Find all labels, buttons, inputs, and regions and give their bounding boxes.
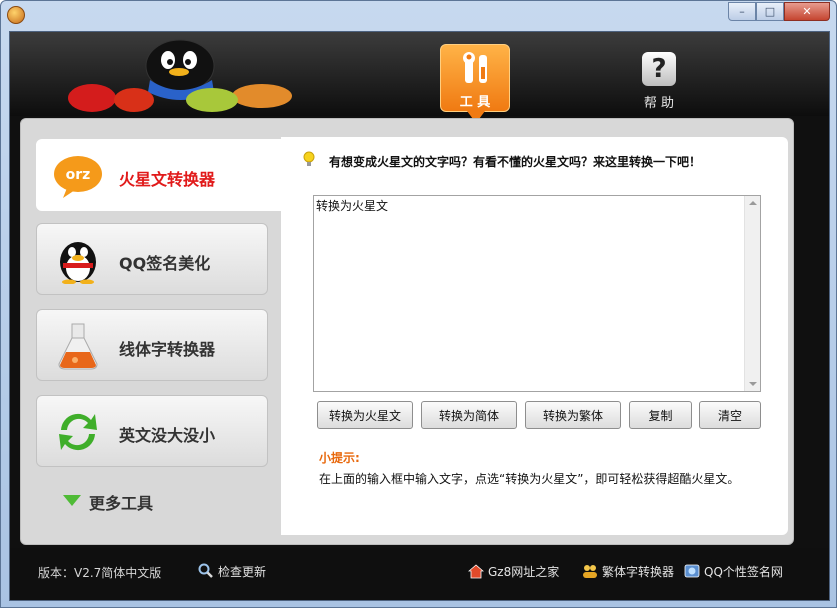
- convert-to-traditional-button[interactable]: 转换为繁体: [525, 401, 621, 429]
- input-scrollbar[interactable]: [744, 196, 760, 391]
- close-button[interactable]: ✕: [784, 2, 830, 21]
- orz-bubble-icon: orz: [54, 156, 102, 198]
- convert-to-martian-button[interactable]: 转换为火星文: [317, 401, 413, 429]
- copy-button[interactable]: 复制: [629, 401, 692, 429]
- qq-signature-site-link[interactable]: QQ个性签名网: [684, 562, 794, 580]
- qq-signature-site-label: QQ个性签名网: [704, 565, 783, 579]
- converter-panel: 有想变成火星文的文字吗？有看不懂的火星文吗？来这里转换一下吧！ 转换为火星文 转…: [281, 137, 788, 535]
- magnifier-icon: [198, 563, 213, 578]
- more-tools-link[interactable]: 更多工具: [63, 489, 223, 513]
- scroll-up-icon[interactable]: [749, 201, 757, 205]
- title-bar[interactable]: – □ ✕: [1, 1, 836, 31]
- convert-to-simplified-button[interactable]: 转换为简体: [421, 401, 517, 429]
- check-update-link[interactable]: 检查更新: [198, 562, 278, 580]
- scroll-down-icon[interactable]: [749, 382, 757, 386]
- main-content: orz 火星文转换器 QQ签名美化 线体字转换器 英文没大没小 更多工具 有想变…: [20, 118, 794, 545]
- gz8-link[interactable]: Gz8网址之家: [468, 562, 568, 580]
- client-area: 工 具 ? 帮 助 orz 火星文转换器 QQ签名美化 线体字转换器 英文没大没…: [9, 31, 830, 601]
- tab-help-label: 帮 助: [643, 96, 675, 111]
- home-icon: [468, 564, 484, 579]
- sidebar-item-label: QQ签名美化: [119, 254, 211, 273]
- tools-icon: [463, 52, 487, 83]
- traditional-converter-label: 繁体字转换器: [602, 565, 675, 579]
- check-update-label: 检查更新: [218, 565, 267, 579]
- footer: 版本：V2.7简体中文版 检查更新 Gz8网址之家 繁体字转换器 QQ个性签名网: [10, 548, 829, 600]
- sidebar-item-label: 火星文转换器: [119, 170, 216, 189]
- intro-tip-text: 有想变成火星文的文字吗？有看不懂的火星文吗？来这里转换一下吧！: [329, 155, 702, 169]
- penguin-icon: [60, 242, 96, 284]
- svg-text:orz: orz: [66, 167, 91, 183]
- clear-button[interactable]: 清空: [699, 401, 761, 429]
- gz8-link-label: Gz8网址之家: [488, 565, 560, 579]
- refresh-arrows-icon: [59, 413, 97, 451]
- sidebar-item-qq-signature[interactable]: QQ签名美化: [36, 223, 268, 295]
- help-icon: ?: [642, 52, 676, 86]
- hint-title: 小提示:: [319, 451, 360, 465]
- conversion-input[interactable]: 转换为火星文: [314, 196, 744, 391]
- sidebar-item-label: 线体字转换器: [119, 340, 216, 359]
- flask-icon: [58, 323, 98, 370]
- version-text: 版本：V2.7简体中文版: [38, 566, 162, 580]
- header: 工 具 ? 帮 助: [10, 32, 829, 123]
- hint-text: 在上面的输入框中输入文字，点选“转换为火星文”，即可轻松获得超酷火星文。: [319, 472, 740, 486]
- traditional-converter-link[interactable]: 繁体字转换器: [582, 562, 682, 580]
- maximize-button[interactable]: □: [756, 2, 784, 21]
- more-tools-label: 更多工具: [89, 494, 154, 513]
- sidebar-item-english-case[interactable]: 英文没大没小: [36, 395, 268, 467]
- sidebar-item-martian-converter[interactable]: orz 火星文转换器: [36, 139, 282, 211]
- app-icon: [7, 6, 25, 24]
- tab-help[interactable]: ? 帮 助: [624, 50, 694, 111]
- input-box: 转换为火星文: [313, 195, 761, 392]
- qq-signature-logo: [68, 39, 292, 112]
- sidebar-item-line-font-converter[interactable]: 线体字转换器: [36, 309, 268, 381]
- tab-tools-label: 工 具: [459, 95, 491, 110]
- window-controls: – □ ✕: [728, 2, 830, 21]
- app-window: – □ ✕ 工 具 ? 帮 助 orz 火星文转换器 QQ签名美化 线体字转换器…: [0, 0, 837, 608]
- minimize-button[interactable]: –: [728, 2, 756, 21]
- sidebar-item-label: 英文没大没小: [119, 426, 216, 445]
- intro-tip: 有想变成火星文的文字吗？有看不懂的火星文吗？来这里转换一下吧！: [303, 151, 783, 169]
- globe-window-icon: [684, 564, 700, 578]
- lightbulb-icon: [303, 151, 315, 166]
- users-icon: [583, 565, 597, 578]
- down-arrow-icon: [63, 495, 81, 506]
- tab-tools[interactable]: 工 具: [440, 44, 510, 123]
